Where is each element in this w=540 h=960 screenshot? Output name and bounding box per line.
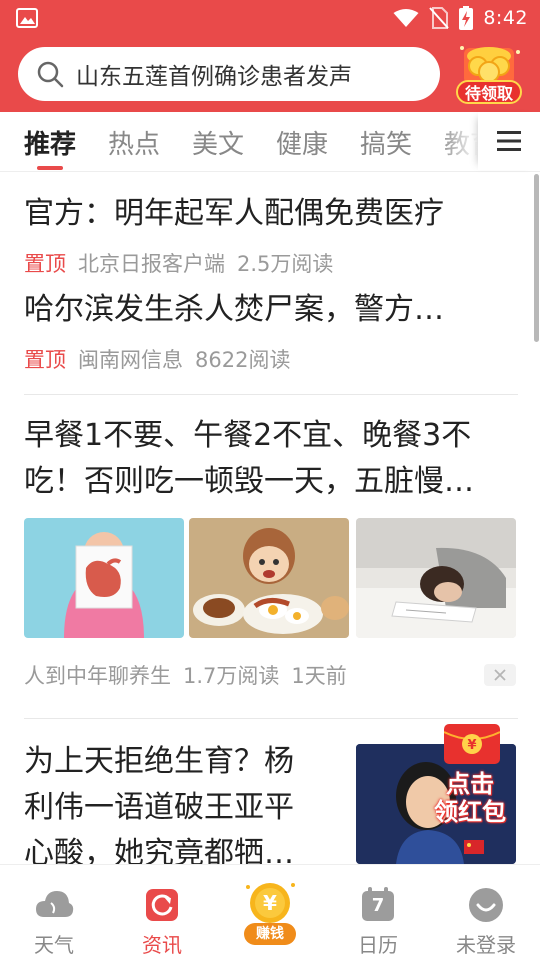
article-source: 闽南网信息 <box>78 348 183 372</box>
pinned-tag: 置顶 <box>24 348 66 372</box>
article-title-line[interactable]: 为上天拒绝生育？杨 <box>24 740 294 784</box>
avatar-icon <box>469 888 503 922</box>
article-title-line[interactable]: 心酸，她究竟都牺… <box>24 832 294 864</box>
red-packet-badge[interactable]: ¥ 点击 领红包 <box>430 724 510 826</box>
close-icon <box>494 669 506 681</box>
channel-menu-button[interactable] <box>478 112 540 170</box>
article-reads: 8622阅读 <box>195 348 291 372</box>
divider <box>24 718 518 719</box>
news-feed[interactable]: 官方：明年起军人配偶免费医疗 置顶 北京日报客户端 2.5万阅读 哈尔滨发生杀人… <box>0 172 540 864</box>
tab-funny[interactable]: 搞笑 <box>360 124 412 161</box>
nav-earn-label: 赚钱 <box>244 923 296 945</box>
pinned-article-title[interactable]: 官方：明年起军人配偶免费医疗 <box>24 192 444 236</box>
no-sim-icon <box>429 7 450 29</box>
menu-icon <box>497 131 521 151</box>
nav-calendar-label: 日历 <box>358 933 398 957</box>
red-envelope-icon: ¥ <box>444 724 500 764</box>
feed-scrollbar[interactable] <box>534 174 539 342</box>
app-header: 山东五莲首例确诊患者发声 待领取 <box>0 36 540 112</box>
article-source: 人到中年聊养生 <box>24 664 171 688</box>
article-thumbnail-stomach[interactable] <box>24 518 184 638</box>
nav-weather[interactable]: 天气 <box>0 865 108 960</box>
search-icon <box>37 61 64 88</box>
active-tab-indicator <box>37 166 63 170</box>
bottom-navigation: 天气 资讯 ¥ 赚钱 7 日历 未登录 <box>0 864 540 960</box>
category-tabs: 推荐 热点 美文 健康 搞笑 教育 <box>0 112 540 172</box>
red-packet-badge-line2: 领红包 <box>434 798 506 826</box>
wifi-icon <box>393 9 419 27</box>
divider <box>24 394 518 395</box>
nav-weather-label: 天气 <box>34 933 74 957</box>
tab-essay[interactable]: 美文 <box>192 124 244 161</box>
svg-text:¥: ¥ <box>467 738 476 753</box>
pinned-article-meta: 置顶 闽南网信息 8622阅读 <box>24 344 290 374</box>
article-time: 1天前 <box>291 664 347 688</box>
red-packet-label: 待领取 <box>456 80 522 104</box>
nav-profile-label: 未登录 <box>456 933 516 957</box>
gallery-icon <box>16 8 38 28</box>
nav-news[interactable]: 资讯 <box>108 865 216 960</box>
article-thumbnail-breakfast[interactable] <box>189 518 349 638</box>
search-hint-text: 山东五莲首例确诊患者发声 <box>76 64 352 90</box>
status-time: 8:42 <box>483 7 528 29</box>
nav-earn[interactable]: ¥ 赚钱 <box>216 865 324 960</box>
tabs-fade <box>438 112 478 170</box>
article-title-line[interactable]: 吃！否则吃一顿毁一天，五脏慢… <box>24 460 474 504</box>
pinned-tag: 置顶 <box>24 252 66 276</box>
status-bar: 8:42 <box>0 0 540 36</box>
tab-health[interactable]: 健康 <box>276 124 328 161</box>
pinned-article-meta: 置顶 北京日报客户端 2.5万阅读 <box>24 248 333 278</box>
cloud-icon <box>36 891 74 917</box>
nav-profile[interactable]: 未登录 <box>432 865 540 960</box>
battery-charging-icon <box>459 6 474 30</box>
article-source: 北京日报客户端 <box>78 252 225 276</box>
calendar-day: 7 <box>371 895 385 916</box>
refresh-icon <box>146 889 178 921</box>
pinned-article-title[interactable]: 哈尔滨发生杀人焚尸案，警方… <box>24 288 444 332</box>
article-title-line[interactable]: 早餐1不要、午餐2不宜、晚餐3不 <box>24 414 471 458</box>
tab-hot[interactable]: 热点 <box>108 124 160 161</box>
search-bar[interactable]: 山东五莲首例确诊患者发声 <box>18 47 440 101</box>
article-thumbnail-sleeping[interactable] <box>356 518 516 638</box>
dismiss-article-button[interactable] <box>484 664 516 686</box>
system-indicators: 8:42 <box>393 6 528 30</box>
article-title-line[interactable]: 利伟一语道破王亚平 <box>24 786 294 830</box>
article-reads: 1.7万阅读 <box>183 664 280 688</box>
svg-text:¥: ¥ <box>263 891 277 915</box>
red-packet-button[interactable]: 待领取 <box>452 42 526 108</box>
tab-recommend[interactable]: 推荐 <box>24 124 76 161</box>
article-meta: 人到中年聊养生 1.7万阅读 1天前 <box>24 660 347 690</box>
nav-news-label: 资讯 <box>142 933 182 957</box>
article-reads: 2.5万阅读 <box>237 252 334 276</box>
nav-calendar[interactable]: 7 日历 <box>324 865 432 960</box>
